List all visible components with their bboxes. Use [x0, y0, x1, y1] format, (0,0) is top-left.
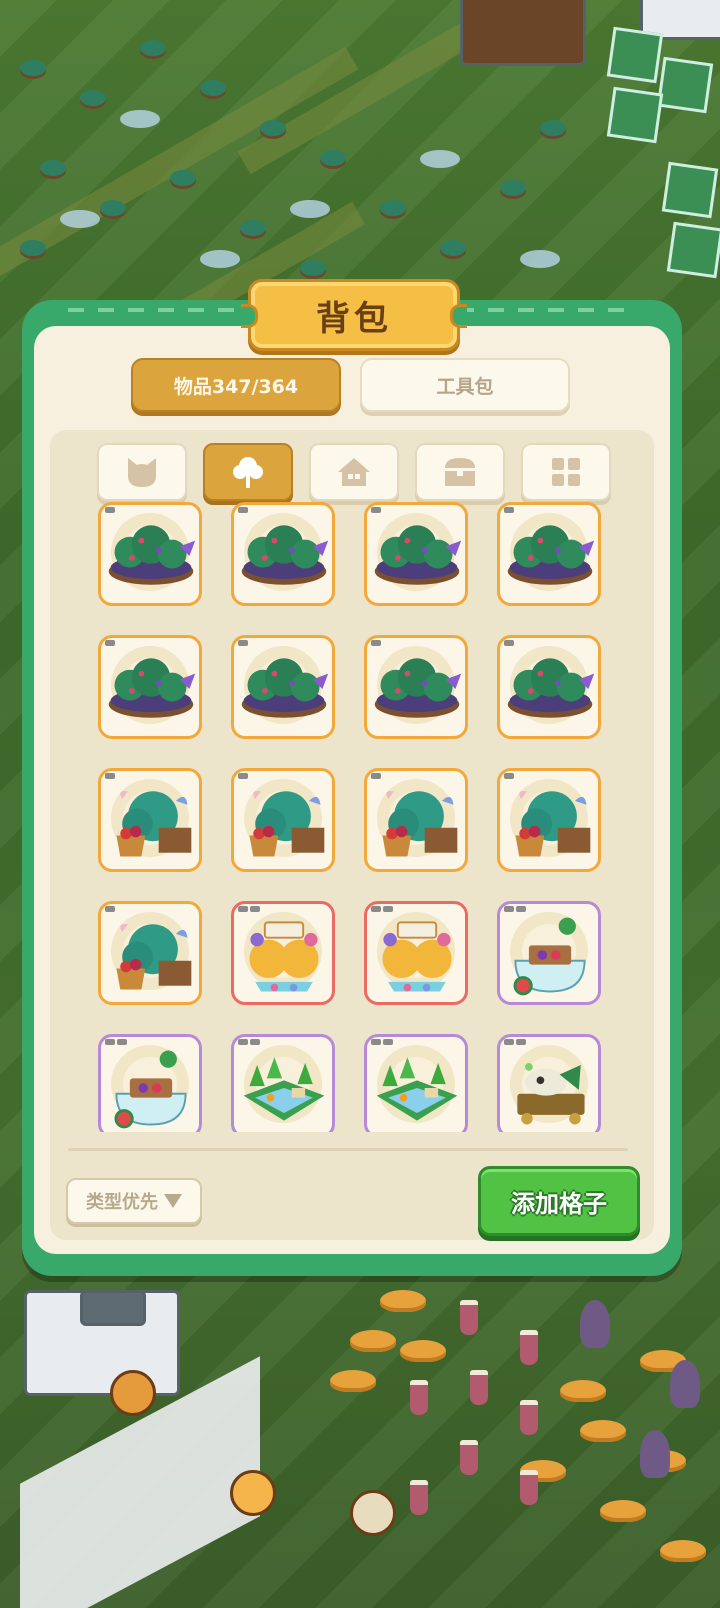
inventory-slot[interactable]: [98, 768, 202, 872]
add-slot-button[interactable]: 添加格子: [478, 1166, 640, 1236]
cake-tree-stall-icon: [382, 921, 452, 992]
category-tab-chests[interactable]: [415, 443, 505, 501]
cat-face-icon: [128, 458, 156, 487]
treasure-chest-icon: [445, 458, 475, 486]
inventory-slot[interactable]: [497, 502, 601, 606]
bush-fruit-basket-icon: [382, 790, 458, 857]
category-tab-plants[interactable]: [203, 443, 293, 501]
inventory-slot[interactable]: [364, 635, 468, 739]
title-banner: 背包: [241, 279, 467, 351]
bush-purple-icon: [241, 658, 329, 718]
inventory-slot[interactable]: [98, 502, 202, 606]
inventory-slot[interactable]: [231, 635, 335, 739]
bush-purple-icon: [241, 525, 329, 585]
inventory-slot[interactable]: [497, 1034, 601, 1132]
tab-toolkit[interactable]: 工具包: [360, 358, 570, 412]
bush-purple-icon: [108, 658, 196, 718]
inventory-grid: [90, 500, 620, 1132]
inventory-slot[interactable]: [231, 768, 335, 872]
inventory-slot[interactable]: [364, 502, 468, 606]
inventory-slot[interactable]: [231, 502, 335, 606]
inventory-slot[interactable]: [98, 901, 202, 1005]
bush-fruit-basket-icon: [116, 923, 192, 990]
inventory-slot[interactable]: [231, 901, 335, 1005]
category-tab-buildings[interactable]: [309, 443, 399, 501]
inventory-slot[interactable]: [497, 768, 601, 872]
inventory-slot[interactable]: [98, 635, 202, 739]
bush-fruit-basket-icon: [515, 790, 591, 857]
fruit-bathtub-icon: [114, 1050, 187, 1129]
bush-fruit-basket-icon: [116, 790, 192, 857]
forest-stream-icon: [243, 1057, 325, 1121]
inventory-slot[interactable]: [231, 1034, 335, 1132]
category-tab-pets[interactable]: [97, 443, 187, 501]
inventory-slot[interactable]: [497, 635, 601, 739]
divider: [68, 1148, 628, 1151]
inventory-slot[interactable]: [364, 901, 468, 1005]
bush-purple-icon: [507, 658, 595, 718]
bush-purple-icon: [374, 658, 462, 718]
bush-purple-icon: [374, 525, 462, 585]
chevron-down-icon: [164, 1194, 182, 1208]
forest-stream-icon: [376, 1057, 458, 1121]
sort-label: 类型优先: [86, 1192, 158, 1213]
dino-skull-cart-icon: [517, 1063, 585, 1125]
cake-tree-stall-icon: [249, 921, 319, 992]
house-icon: [338, 458, 370, 486]
fruit-bathtub-icon: [513, 917, 586, 996]
grid-icon: [552, 458, 580, 486]
inventory-slot[interactable]: [497, 901, 601, 1005]
inventory-slot[interactable]: [98, 1034, 202, 1132]
bush-purple-icon: [507, 525, 595, 585]
tab-items[interactable]: 物品347/364: [131, 358, 341, 412]
category-tab-all[interactable]: [521, 443, 611, 501]
page-title: 背包: [316, 298, 392, 339]
inventory-slot[interactable]: [364, 768, 468, 872]
sort-dropdown[interactable]: 类型优先: [66, 1178, 202, 1224]
inventory-slot[interactable]: [364, 1034, 468, 1132]
tree-icon: [233, 457, 263, 488]
bush-purple-icon: [108, 525, 196, 585]
bush-fruit-basket-icon: [249, 790, 325, 857]
